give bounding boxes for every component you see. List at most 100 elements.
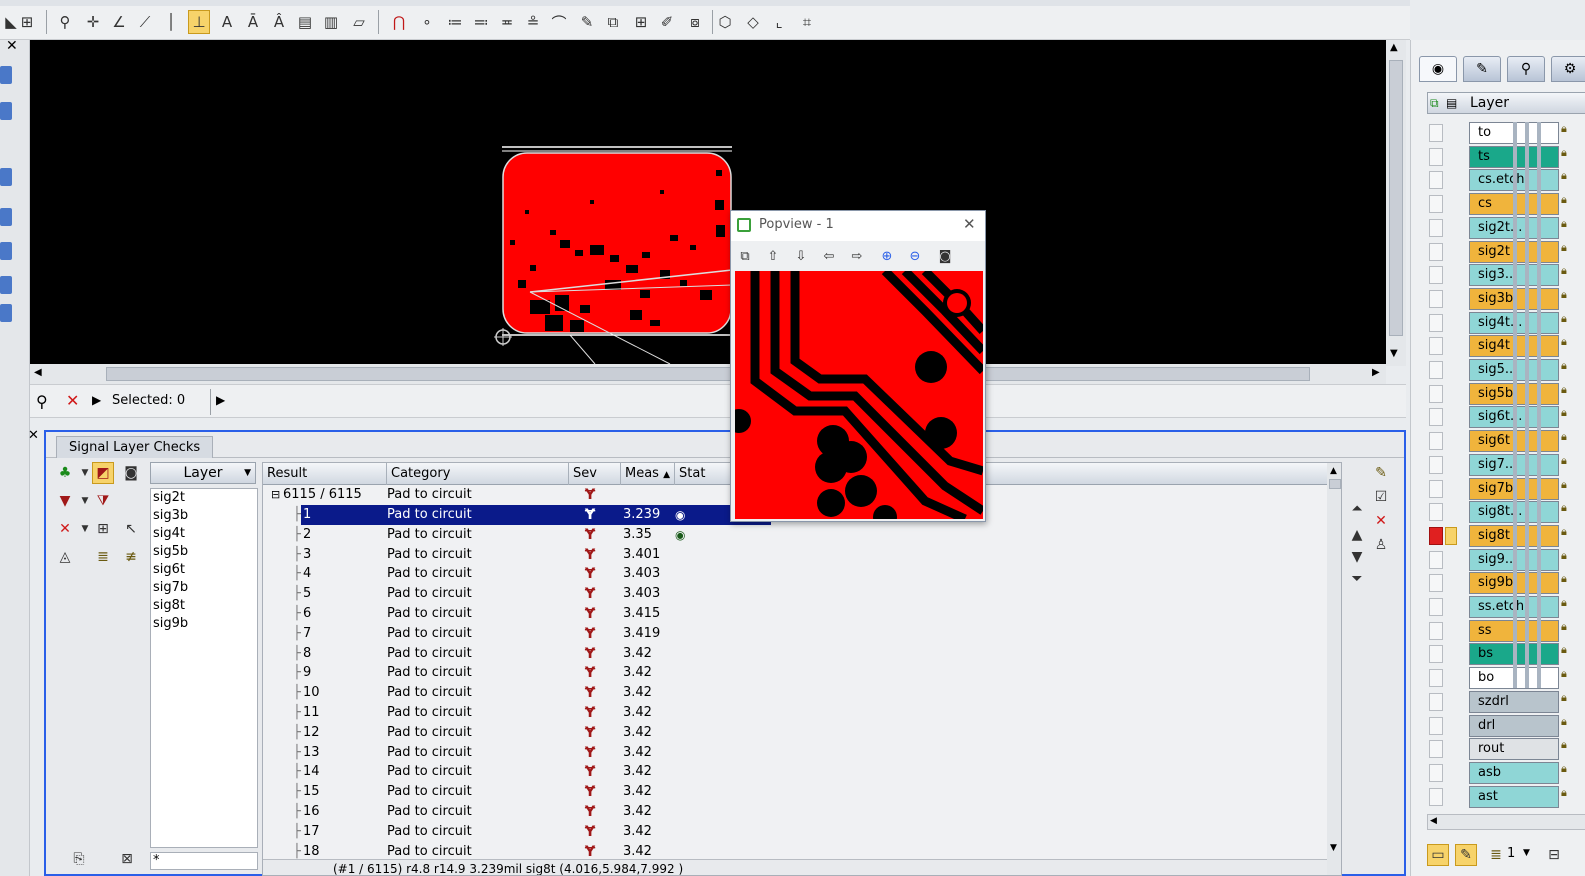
close-icon[interactable]: ✕ <box>6 38 18 54</box>
pad-tool-icon[interactable]: ∘ <box>416 10 438 34</box>
lock-icon[interactable]: 🔒︎ <box>1561 122 1575 144</box>
measure-tool-icon[interactable]: ⊥ <box>188 10 210 34</box>
layers-tool-icon[interactable]: ⧇ <box>684 10 706 34</box>
pen-icon[interactable]: ✎ <box>1455 844 1477 866</box>
funnel-clear-icon[interactable]: ⧩ <box>92 490 114 512</box>
table-row[interactable]: ├ 10 Pad to circuit Ɏ 3.42 <box>263 683 1327 703</box>
edit-tool-icon[interactable]: ✎ <box>576 10 598 34</box>
layer-checkbox[interactable] <box>1429 479 1443 498</box>
layer-row[interactable]: sig5b 🔒︎ <box>1427 382 1585 405</box>
layer-checkbox[interactable] <box>1429 692 1443 711</box>
left-tool-f-icon[interactable] <box>0 276 12 294</box>
visibility-icon[interactable]: ⧉ <box>1430 93 1439 113</box>
text-box-tool-icon[interactable]: ▤ <box>294 10 316 34</box>
layer-row[interactable]: asb 🔒︎ <box>1427 761 1585 784</box>
scroll-left-icon[interactable]: ◀ <box>1430 816 1437 826</box>
lock-icon[interactable]: 🔒︎ <box>1561 264 1575 286</box>
fit-view-icon[interactable]: ⧉ <box>733 245 757 267</box>
column-sev[interactable]: Sev <box>569 463 621 485</box>
pencil-icon[interactable]: ✎ <box>1370 462 1392 484</box>
corner-tool-icon[interactable]: ⌞ <box>768 10 790 34</box>
remove-icon[interactable]: ✕ <box>1370 510 1392 532</box>
prev-icon[interactable]: ▲ <box>1346 524 1368 546</box>
pan-down-icon[interactable]: ⇩ <box>789 245 813 267</box>
left-tool-a-icon[interactable] <box>0 66 12 84</box>
funnel-icon[interactable]: ▼ <box>54 490 76 512</box>
lock-icon[interactable]: 🔒︎ <box>1561 620 1575 642</box>
layer-list-item[interactable]: sig9b <box>151 615 257 633</box>
layer-checkbox[interactable] <box>1429 124 1443 142</box>
layer-checkbox[interactable] <box>1429 574 1443 593</box>
text-tool-a-icon[interactable]: A <box>216 10 238 34</box>
panel-close-icon[interactable]: ✕ <box>28 428 39 443</box>
cross-tool-icon[interactable]: ✛ <box>82 10 104 34</box>
canvas-vertical-scrollbar[interactable]: ▲ ▼ <box>1386 40 1406 366</box>
layer-checkbox[interactable] <box>1429 384 1443 403</box>
layer-checkbox[interactable] <box>1429 408 1443 427</box>
lock-icon[interactable]: 🔒︎ <box>1561 406 1575 428</box>
layer-checkbox[interactable] <box>1429 361 1443 379</box>
layer-checkbox[interactable] <box>1429 242 1443 261</box>
left-tool-e-icon[interactable] <box>0 242 12 260</box>
camera-icon[interactable]: ◙ <box>120 462 142 484</box>
table-row[interactable]: ├ 4 Pad to circuit Ɏ 3.403 <box>263 564 1327 584</box>
layer-row[interactable]: sig4t... 🔒︎ <box>1427 311 1585 334</box>
layer-row[interactable]: ss.etch 🔒︎ <box>1427 596 1585 618</box>
layer-checkbox[interactable] <box>1429 195 1443 214</box>
table-row[interactable]: ├ 8 Pad to circuit Ɏ 3.42 <box>263 644 1327 664</box>
zoom-in-icon[interactable]: ⊕ <box>875 245 899 267</box>
layer-row[interactable]: sig2t... 🔒︎ <box>1427 216 1585 239</box>
zoom-area-icon[interactable]: ◩ <box>92 462 114 484</box>
column-result[interactable]: Result <box>263 463 387 485</box>
chevron-down-icon[interactable]: ▼ <box>1523 848 1530 858</box>
shape-tool-b-icon[interactable]: ◇ <box>742 10 764 34</box>
play-icon[interactable]: ▶ <box>92 393 101 407</box>
first-icon[interactable]: ⏶ <box>1346 498 1368 520</box>
pan-up-icon[interactable]: ⇧ <box>761 245 785 267</box>
table-row[interactable]: ├ 15 Pad to circuit Ɏ 3.42 <box>263 782 1327 802</box>
layer-row[interactable]: sig4t 🔒︎ <box>1427 335 1585 358</box>
trace-tool-d-icon[interactable]: ≗ <box>522 10 544 34</box>
layer-checkbox[interactable] <box>1429 621 1443 640</box>
probe-tool-icon[interactable]: ⚲ <box>54 10 76 34</box>
pan-right-icon[interactable]: ⇨ <box>845 245 869 267</box>
shapes-icon[interactable]: ◬ <box>54 546 76 568</box>
lock-icon[interactable]: 🔒︎ <box>1561 572 1575 594</box>
left-tool-b-icon[interactable] <box>0 102 12 120</box>
table-row[interactable]: ├ 2 Pad to circuit Ɏ 3.35 ◉ <box>263 525 1327 545</box>
layer-checkbox[interactable] <box>1429 669 1443 688</box>
column-meas[interactable]: Meas ▲ <box>621 463 675 485</box>
layer-row[interactable]: sig9... 🔒︎ <box>1427 548 1585 571</box>
layer-row[interactable]: sig8t 🔒︎ <box>1427 524 1585 547</box>
table-row[interactable]: ├ 9 Pad to circuit Ɏ 3.42 <box>263 663 1327 683</box>
layer-name[interactable]: drl <box>1469 714 1559 737</box>
text-frame-tool-icon[interactable]: ▥ <box>320 10 342 34</box>
user-icon[interactable]: ♙ <box>1370 534 1392 556</box>
left-tool-g-icon[interactable] <box>0 304 12 322</box>
shape-tool-a-icon[interactable]: ⬡ <box>714 10 736 34</box>
layer-checkbox[interactable] <box>1429 147 1443 166</box>
layer-row[interactable]: bo 🔒︎ <box>1427 667 1585 690</box>
lock-header-icon[interactable]: ▤ <box>1446 93 1457 113</box>
layer-row[interactable]: ss 🔒︎ <box>1427 619 1585 642</box>
layer-row[interactable]: drl 🔒︎ <box>1427 714 1585 737</box>
status-eye-icon[interactable]: ◉ <box>675 525 685 545</box>
left-tool-d-icon[interactable] <box>0 208 12 226</box>
magnet-icon[interactable]: ⋂ <box>388 10 410 34</box>
arc-tool-icon[interactable]: ⌒ <box>548 10 570 34</box>
layer-row[interactable]: sig3... 🔒︎ <box>1427 264 1585 287</box>
layer-row[interactable]: bs 🔒︎ <box>1427 643 1585 666</box>
more-tab-icon[interactable]: ⚙ <box>1551 56 1585 82</box>
lock-icon[interactable]: 🔒︎ <box>1561 454 1575 476</box>
layer-checkbox[interactable] <box>1429 550 1443 569</box>
layer-checkbox[interactable] <box>1429 266 1443 285</box>
layer-row[interactable]: sig8t... 🔒︎ <box>1427 501 1585 524</box>
column-category[interactable]: Category <box>387 463 569 485</box>
grid-select-icon[interactable]: ⊞ <box>92 518 114 540</box>
collapse-icon[interactable]: ⊠ <box>116 848 138 870</box>
table-row[interactable]: ├ 14 Pad to circuit Ɏ 3.42 <box>263 762 1327 782</box>
layer-row[interactable]: ts 🔒︎ <box>1427 145 1585 168</box>
slash-tool-icon[interactable]: ⟋ <box>134 10 156 34</box>
lock-icon[interactable]: 🔒︎ <box>1561 430 1575 452</box>
tab-signal-layer-checks[interactable]: Signal Layer Checks <box>56 436 214 458</box>
